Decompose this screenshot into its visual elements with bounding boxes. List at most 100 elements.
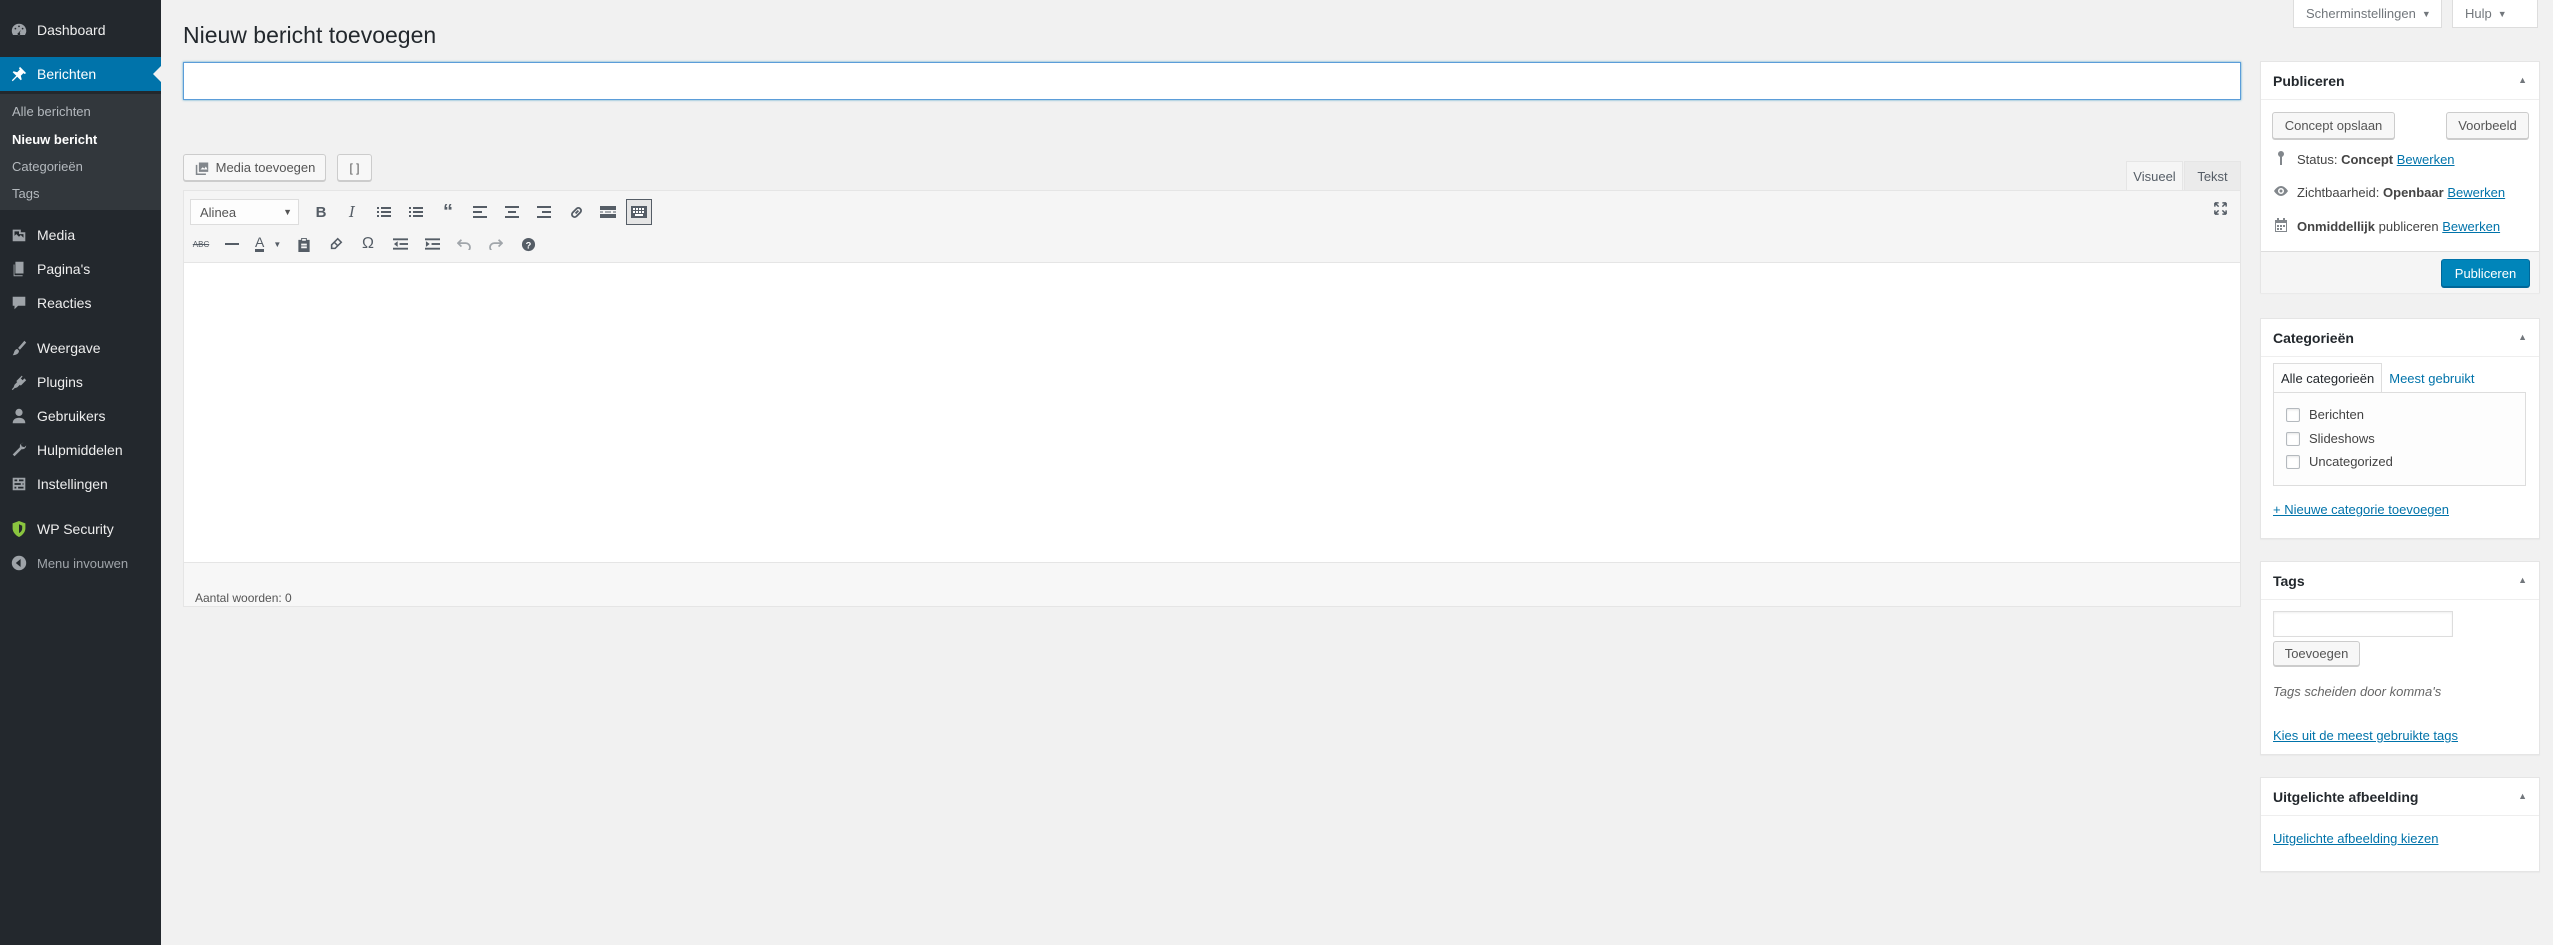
tab-visual[interactable]: Visueel (2126, 161, 2183, 190)
category-label: Berichten (2309, 407, 2364, 422)
sidebar-item-settings[interactable]: Instellingen (0, 467, 161, 501)
publish-box-header[interactable]: Publiceren ▲ (2261, 62, 2539, 100)
caret-up-icon[interactable]: ▲ (2518, 791, 2527, 801)
submenu-categories[interactable]: Categorieën (12, 159, 83, 174)
sidebar-item-comments[interactable]: Reacties (0, 286, 161, 320)
add-tag-button[interactable]: Toevoegen (2273, 641, 2360, 666)
sidebar-item-appearance[interactable]: Weergave (0, 331, 161, 365)
indent-icon[interactable] (419, 231, 445, 257)
redo-icon[interactable] (483, 231, 509, 257)
tools-icon (9, 440, 29, 460)
post-status-row: Status: Concept Bewerken (2273, 150, 2455, 169)
category-item[interactable]: Uncategorized (2286, 454, 2393, 469)
sidebar-item-pages[interactable]: Pagina's (0, 252, 161, 286)
category-checkbox[interactable] (2286, 431, 2300, 446)
categories-box-header[interactable]: Categorieën ▲ (2261, 319, 2539, 357)
schedule-value: Onmiddellijk (2297, 219, 2376, 234)
categories-tabs: Alle categorieën Meest gebruikt (2273, 363, 2482, 393)
add-new-category-link[interactable]: + Nieuwe categorie toevoegen (2273, 502, 2449, 517)
toolbar-toggle-icon[interactable] (626, 199, 652, 225)
tab-most-used[interactable]: Meest gebruikt (2382, 363, 2481, 393)
undo-icon[interactable] (451, 231, 477, 257)
status-value: Concept (2341, 152, 2394, 167)
comments-icon (9, 293, 29, 313)
format-select[interactable]: Alinea ▼ (190, 199, 299, 225)
publish-button[interactable]: Publiceren (2441, 259, 2530, 287)
blockquote-icon[interactable]: “ (435, 199, 461, 225)
submenu-all-posts[interactable]: Alle berichten (12, 104, 91, 119)
fullscreen-icon[interactable] (2207, 195, 2233, 221)
visibility-row: Zichtbaarheid: Openbaar Bewerken (2273, 184, 2505, 200)
submenu-tags[interactable]: Tags (12, 186, 39, 201)
numbered-list-icon[interactable] (403, 199, 429, 225)
caret-up-icon[interactable]: ▲ (2518, 575, 2527, 585)
category-item[interactable]: Berichten (2286, 407, 2364, 422)
sidebar-item-label: Instellingen (37, 476, 108, 492)
help-icon[interactable]: ? (515, 231, 541, 257)
sidebar-item-label: Gebruikers (37, 408, 106, 424)
word-count: Aantal woorden: 0 (195, 591, 292, 605)
help-button[interactable]: Hulp ▼ (2452, 0, 2538, 28)
tab-text[interactable]: Tekst (2184, 161, 2241, 190)
bold-icon[interactable]: B (308, 199, 334, 225)
italic-icon[interactable]: I (339, 199, 365, 225)
link-icon[interactable] (563, 199, 589, 225)
clear-formatting-icon[interactable] (323, 231, 349, 257)
strikethrough-icon[interactable]: ABC (188, 231, 214, 257)
align-left-icon[interactable] (467, 199, 493, 225)
align-right-icon[interactable] (531, 199, 557, 225)
preview-button[interactable]: Voorbeeld (2446, 112, 2529, 139)
text-color-icon[interactable]: A ▼ (251, 231, 287, 257)
pin-icon (9, 64, 29, 84)
publish-actions: Publiceren (2261, 251, 2539, 293)
sidebar-item-media[interactable]: Media (0, 218, 161, 252)
caret-down-icon: ▼ (2497, 8, 2507, 19)
collapse-menu-button[interactable]: Menu invouwen (0, 546, 161, 580)
edit-schedule-link[interactable]: Bewerken (2442, 219, 2500, 234)
sidebar-item-plugins[interactable]: Plugins (0, 365, 161, 399)
submenu-new-post[interactable]: Nieuw bericht (12, 132, 97, 147)
tags-box: Tags ▲ Toevoegen Tags scheiden door komm… (2260, 561, 2540, 755)
edit-visibility-link[interactable]: Bewerken (2447, 185, 2505, 200)
featured-image-box: Uitgelichte afbeelding ▲ Uitgelichte afb… (2260, 777, 2540, 872)
edit-status-link[interactable]: Bewerken (2397, 152, 2455, 167)
tags-box-header[interactable]: Tags ▲ (2261, 562, 2539, 600)
sidebar-item-label: Plugins (37, 374, 83, 390)
post-title-input[interactable] (183, 62, 2241, 100)
category-checkbox[interactable] (2286, 407, 2300, 422)
set-featured-image-link[interactable]: Uitgelichte afbeelding kiezen (2273, 831, 2439, 846)
add-media-button[interactable]: Media toevoegen (183, 154, 326, 181)
caret-up-icon[interactable]: ▲ (2518, 332, 2527, 342)
horizontal-line-icon[interactable] (219, 231, 245, 257)
tab-all-categories[interactable]: Alle categorieën (2273, 363, 2383, 393)
page-title: Nieuw bericht toevoegen (183, 22, 437, 48)
sidebar-item-dashboard[interactable]: Dashboard (0, 13, 161, 47)
special-character-icon[interactable]: Ω (355, 231, 381, 257)
outdent-icon[interactable] (387, 231, 413, 257)
sidebar-item-label: Dashboard (37, 22, 106, 38)
sidebar-item-users[interactable]: Gebruikers (0, 399, 161, 433)
bullet-list-icon[interactable] (371, 199, 397, 225)
pages-icon (9, 259, 29, 279)
category-item[interactable]: Slideshows (2286, 431, 2375, 446)
save-draft-button[interactable]: Concept opslaan (2272, 112, 2395, 139)
editor-content-area[interactable] (184, 263, 2240, 563)
plugins-icon (9, 372, 29, 392)
category-checkbox[interactable] (2286, 454, 2300, 469)
caret-up-icon[interactable]: ▲ (2518, 75, 2527, 85)
paste-text-icon[interactable] (291, 231, 317, 257)
categories-checklist: Berichten Slideshows Uncategorized (2273, 392, 2526, 486)
screen-options-button[interactable]: Scherminstellingen ▼ (2293, 0, 2442, 28)
align-center-icon[interactable] (499, 199, 525, 225)
sidebar-item-posts[interactable]: Berichten (0, 57, 161, 91)
featured-image-box-header[interactable]: Uitgelichte afbeelding ▲ (2261, 778, 2539, 816)
tags-input[interactable] (2273, 611, 2453, 637)
shield-icon (9, 519, 29, 539)
sidebar-item-label: Reacties (37, 295, 92, 311)
sidebar-item-tools[interactable]: Hulpmiddelen (0, 433, 161, 467)
shortcode-button[interactable]: [ ] (337, 154, 372, 181)
read-more-icon[interactable] (595, 199, 621, 225)
sidebar-item-wp-security[interactable]: WP Security (0, 512, 161, 546)
shortcode-label: [ ] (349, 160, 360, 175)
choose-popular-tags-link[interactable]: Kies uit de meest gebruikte tags (2273, 728, 2458, 743)
